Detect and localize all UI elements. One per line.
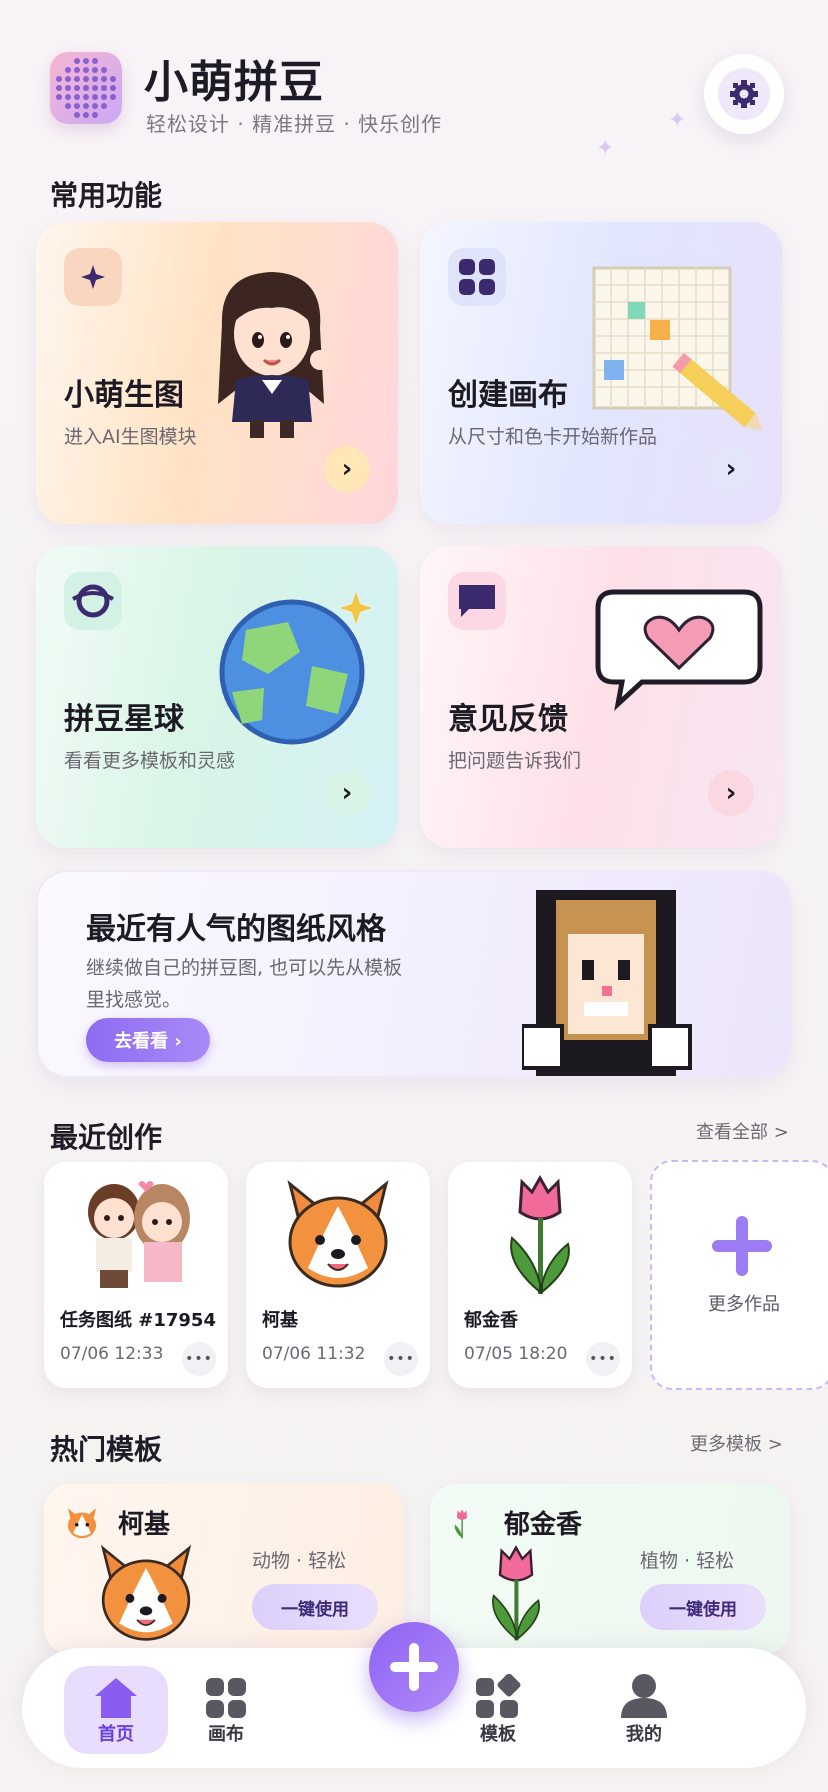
plus-icon	[712, 1216, 772, 1276]
feature-title: 小萌生图	[64, 378, 184, 413]
plus-icon	[390, 1643, 438, 1691]
feature-title: 创建画布	[448, 378, 568, 413]
chibi-girl-illustration	[218, 272, 330, 438]
grid-paper-illustration	[592, 266, 763, 431]
more-options-icon[interactable]: •••	[586, 1342, 620, 1376]
template-tags: 动物 · 轻松	[252, 1550, 347, 1572]
view-all-link[interactable]: 查看全部 >	[696, 1118, 789, 1144]
more-templates-link[interactable]: 更多模板 >	[690, 1430, 783, 1456]
work-time: 07/05 18:20	[464, 1344, 568, 1364]
more-options-icon[interactable]: •••	[384, 1342, 418, 1376]
tab-home[interactable]: 首页	[64, 1666, 168, 1754]
corgi-icon	[67, 1508, 97, 1539]
work-name: 任务图纸 #17954	[60, 1310, 216, 1331]
more-works-card[interactable]: 更多作品	[650, 1160, 828, 1390]
section-title-hot: 热门模板	[50, 1433, 163, 1466]
banner-text: 继续做自己的拼豆图, 也可以先从模板里找感觉。	[86, 957, 403, 1011]
tulip-illustration	[510, 1174, 570, 1295]
grid-icon	[206, 1678, 246, 1718]
templates-icon	[476, 1674, 521, 1718]
recent-work-card[interactable]: 郁金香 07/05 18:20 •••	[448, 1162, 632, 1388]
earth-illustration	[219, 592, 372, 745]
feature-title: 意见反馈	[448, 702, 568, 737]
tab-mine[interactable]: 我的	[592, 1666, 696, 1754]
more-works-label: 更多作品	[708, 1294, 780, 1315]
tab-canvas[interactable]: 画布	[174, 1666, 278, 1754]
template-card[interactable]: 郁金香 植物 · 轻松 一键使用	[430, 1484, 790, 1654]
tulip-icon	[454, 1509, 467, 1539]
section-title-recent: 最近创作	[50, 1121, 163, 1154]
tab-label: 模板	[480, 1724, 516, 1745]
sparkle-decoration: ✦	[596, 136, 615, 161]
work-time: 07/06 11:32	[262, 1344, 366, 1364]
tab-templates[interactable]: 模板	[446, 1666, 550, 1754]
recent-work-card[interactable]: 任务图纸 #17954 07/06 12:33 •••	[44, 1162, 228, 1388]
section-title-common: 常用功能	[50, 179, 163, 212]
corgi-illustration	[100, 1544, 192, 1641]
create-fab-button[interactable]	[369, 1622, 459, 1712]
feature-card-feedback[interactable]: 意见反馈 把问题告诉我们 ›	[420, 546, 782, 848]
feature-card-bead-planet[interactable]: 拼豆星球 看看更多模板和灵感 ›	[36, 546, 398, 848]
chat-icon	[448, 572, 506, 630]
couple-illustration	[88, 1181, 190, 1288]
grid-icon	[448, 248, 506, 306]
banner-go-button[interactable]: 去看看 ›	[86, 1018, 210, 1062]
app-logo	[50, 52, 122, 124]
user-icon	[621, 1674, 667, 1718]
use-template-button[interactable]: 一键使用	[640, 1584, 766, 1630]
home-icon	[95, 1678, 137, 1718]
corgi-illustration	[287, 1179, 389, 1288]
chevron-right-icon[interactable]: ›	[324, 446, 370, 492]
template-card[interactable]: 柯基 动物 · 轻松 一键使用	[44, 1484, 404, 1654]
chevron-right-icon[interactable]: ›	[708, 770, 754, 816]
popular-style-banner[interactable]: 最近有人气的图纸风格 继续做自己的拼豆图, 也可以先从模板里找感觉。 去看看 ›	[36, 870, 792, 1078]
banner-title: 最近有人气的图纸风格	[86, 912, 386, 947]
app-subtitle: 轻松设计 · 精准拼豆 · 快乐创作	[146, 112, 443, 136]
feature-card-create-canvas[interactable]: 创建画布 从尺寸和色卡开始新作品 ›	[420, 222, 782, 524]
app-title: 小萌拼豆	[144, 57, 324, 108]
recent-work-card[interactable]: 柯基 07/06 11:32 •••	[246, 1162, 430, 1388]
tulip-illustration	[492, 1545, 540, 1641]
use-template-button[interactable]: 一键使用	[252, 1584, 378, 1630]
settings-button[interactable]	[704, 54, 784, 134]
template-tags: 植物 · 轻松	[640, 1550, 735, 1572]
sparkle-decoration: ✦	[668, 108, 687, 133]
feature-desc: 从尺寸和色卡开始新作品	[448, 426, 658, 448]
feature-card-ai-image[interactable]: 小萌生图 进入AI生图模块 ›	[36, 222, 398, 524]
template-name: 郁金香	[504, 1510, 583, 1540]
template-name: 柯基	[118, 1510, 171, 1540]
feature-desc: 看看更多模板和灵感	[64, 750, 236, 772]
tab-label: 我的	[626, 1724, 662, 1745]
work-time: 07/06 12:33	[60, 1344, 164, 1364]
tab-label: 画布	[208, 1724, 244, 1745]
planet-icon	[64, 572, 122, 630]
work-name: 柯基	[262, 1310, 298, 1331]
tab-label: 首页	[98, 1724, 134, 1745]
chevron-right-icon[interactable]: ›	[708, 446, 754, 492]
heart-bubble-illustration	[595, 589, 763, 711]
feature-desc: 把问题告诉我们	[448, 750, 582, 772]
pixel-character-illustration	[522, 890, 692, 1076]
feature-desc: 进入AI生图模块	[64, 426, 197, 448]
sparkle-icon	[64, 248, 122, 306]
chevron-right-icon[interactable]: ›	[324, 770, 370, 816]
feature-title: 拼豆星球	[64, 702, 184, 737]
more-options-icon[interactable]: •••	[182, 1342, 216, 1376]
work-name: 郁金香	[464, 1310, 518, 1331]
gear-icon	[730, 80, 758, 108]
